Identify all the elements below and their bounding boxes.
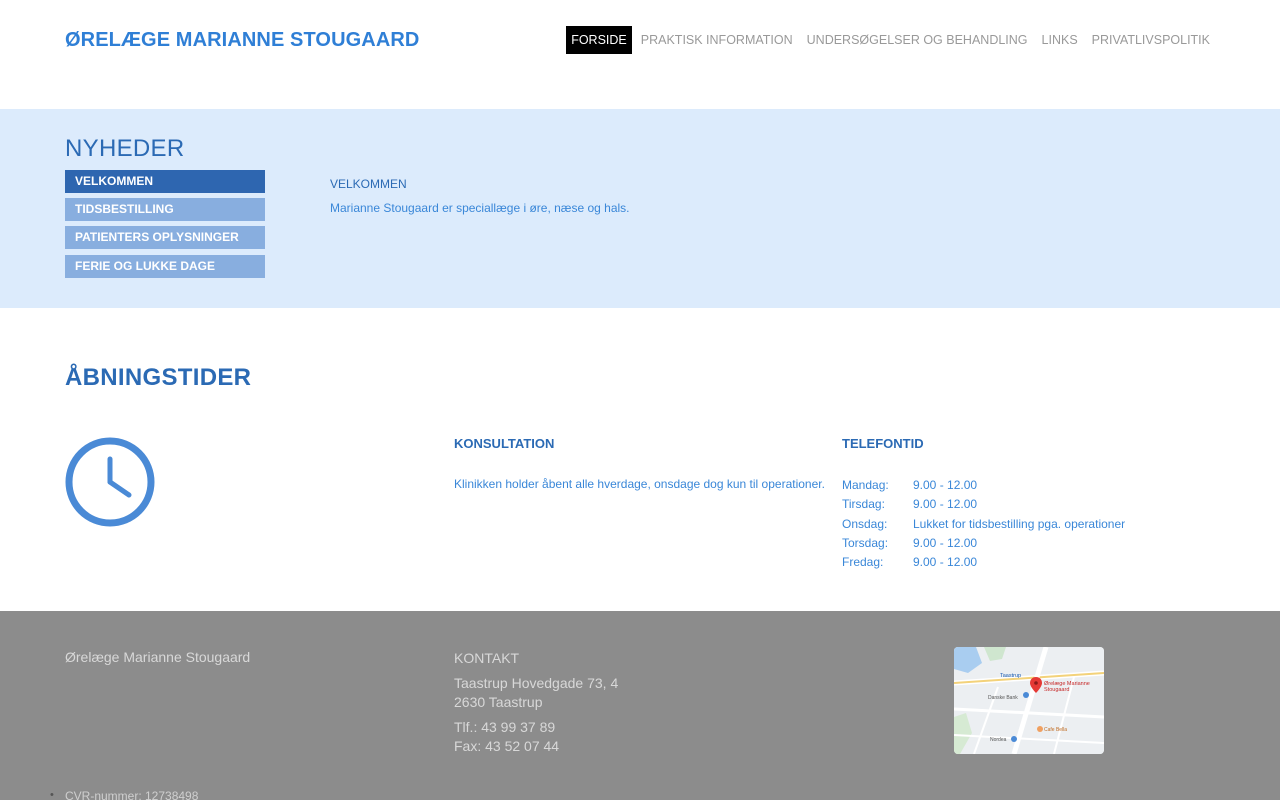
opening-hours-heading: ÅBNINGSTIDER — [65, 364, 252, 391]
news-content: VELKOMMEN Marianne Stougaard er speciall… — [330, 177, 630, 215]
footer-cvr: CVR-nummer: 12738498 — [50, 789, 198, 800]
contact-fax: Fax: 43 52 07 44 — [454, 738, 560, 754]
site-title[interactable]: ØRELÆGE MARIANNE STOUGAARD — [65, 29, 419, 52]
news-tab-velkommen[interactable]: VELKOMMEN — [65, 170, 265, 193]
map-pin-label: Stougaard — [1044, 687, 1069, 693]
contact-title: KONTAKT — [454, 650, 520, 666]
clock-icon — [65, 437, 155, 527]
news-section: NYHEDER VELKOMMEN TIDSBESTILLING PATIENT… — [0, 109, 1280, 308]
news-tab-tidsbestilling[interactable]: TIDSBESTILLING — [65, 198, 265, 221]
contact-address-line2: 2630 Taastrup — [454, 694, 543, 710]
phone-time: 9.00 - 12.00 — [913, 555, 978, 570]
news-tab-patienters-oplysninger[interactable]: PATIENTERS OPLYSNINGER — [65, 226, 265, 249]
phone-time: 9.00 - 12.00 — [913, 478, 978, 492]
location-map[interactable]: Ørelæge Marianne Stougaard Taastrup Dans… — [954, 647, 1104, 754]
phone-day: Tirsdag: — [842, 497, 885, 512]
phone-hours-row: Onsdag: Lukket for tidsbestilling pga. o… — [842, 515, 1125, 534]
contact-phone: Tlf.: 43 99 37 89 — [454, 719, 556, 735]
phone-day: Fredag: — [842, 555, 884, 570]
map-label: Cafe Bella — [1044, 727, 1067, 733]
phone-hours-row: Tirsdag: 9.00 - 12.00 — [842, 495, 1125, 514]
main-nav: FORSIDE PRAKTISK INFORMATION UNDERSØGELS… — [562, 26, 1215, 54]
news-content-text: Marianne Stougaard er speciallæge i øre,… — [330, 201, 630, 215]
phone-time: 9.00 - 12.00 — [913, 535, 978, 550]
phone-hours-row: Torsdag: 9.00 - 12.00 — [842, 534, 1125, 553]
phone-day: Mandag: — [842, 478, 889, 492]
phone-hours-row: Fredag: 9.00 - 12.00 — [842, 553, 1125, 572]
nav-praktisk-information[interactable]: PRAKTISK INFORMATION — [636, 26, 798, 54]
map-label: Nordea — [990, 737, 1007, 743]
news-tabs: VELKOMMEN TIDSBESTILLING PATIENTERS OPLY… — [65, 170, 265, 283]
footer-contact: KONTAKT Taastrup Hovedgade 73, 4 2630 Ta… — [454, 649, 618, 756]
news-content-title: VELKOMMEN — [330, 177, 407, 191]
nav-undersogelser-og-behandling[interactable]: UNDERSØGELSER OG BEHANDLING — [802, 26, 1033, 54]
phone-time: 9.00 - 12.00 — [913, 497, 978, 512]
phone-time: Lukket for tidsbestilling pga. operation… — [913, 516, 1126, 531]
nav-privatlivspolitik[interactable]: PRIVATLIVSPOLITIK — [1087, 26, 1215, 54]
phone-hours-block: TELEFONTID Mandag: 9.00 - 12.00 Tirsdag:… — [842, 436, 1125, 572]
news-tab-ferie-og-lukke-dage[interactable]: FERIE OG LUKKE DAGE — [65, 255, 265, 278]
phone-hours-title: TELEFONTID — [842, 436, 924, 451]
phone-day: Torsdag: — [842, 535, 889, 550]
consultation-title: KONSULTATION — [454, 436, 555, 451]
nav-links[interactable]: LINKS — [1037, 26, 1083, 54]
phone-day: Onsdag: — [842, 516, 888, 531]
site-footer: Ørelæge Marianne Stougaard KONTAKT Taast… — [0, 611, 1280, 800]
news-heading: NYHEDER — [65, 135, 185, 162]
contact-address-line1: Taastrup Hovedgade 73, 4 — [454, 675, 619, 691]
map-label: Danske Bank — [988, 695, 1018, 701]
consultation-block: KONSULTATION Klinikken holder åbent alle… — [454, 436, 825, 491]
phone-hours-table: Mandag: 9.00 - 12.00 Tirsdag: 9.00 - 12.… — [842, 476, 1125, 572]
map-image: Ørelæge Marianne Stougaard Taastrup Dans… — [954, 647, 1104, 754]
footer-clinic-name: Ørelæge Marianne Stougaard — [65, 649, 251, 665]
phone-hours-row: Mandag: 9.00 - 12.00 — [842, 476, 1125, 495]
nav-forside[interactable]: FORSIDE — [566, 26, 632, 54]
site-header: ØRELÆGE MARIANNE STOUGAARD FORSIDE PRAKT… — [0, 0, 1280, 109]
map-label: Taastrup — [1000, 673, 1021, 679]
consultation-text: Klinikken holder åbent alle hverdage, on… — [454, 477, 825, 491]
